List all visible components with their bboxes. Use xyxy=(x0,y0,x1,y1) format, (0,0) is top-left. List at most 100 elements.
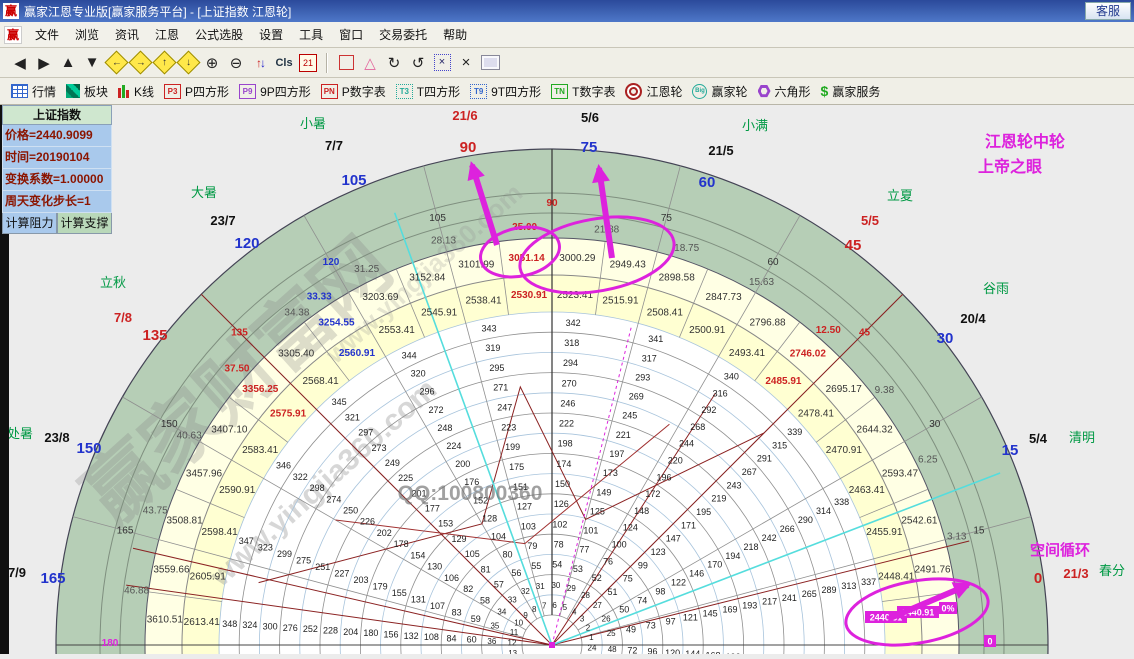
menu-item-2[interactable]: 浏览 xyxy=(67,25,107,45)
panel-row-3: 变换系数=1.00000 xyxy=(2,169,112,191)
svg-text:2491.76: 2491.76 xyxy=(914,564,951,575)
svg-text:7/7: 7/7 xyxy=(325,138,343,153)
svg-text:2796.88: 2796.88 xyxy=(749,317,786,328)
gann-wheel-canvas[interactable]: 赢家财富网www.yingjia360.comwww.yingjia360.co… xyxy=(0,105,1134,654)
tool-9t-square[interactable]: T99T四方形 xyxy=(470,83,541,100)
svg-text:57: 57 xyxy=(494,579,504,589)
rotate-cw-icon[interactable]: ↻ xyxy=(383,52,405,74)
tool-winner-service[interactable]: $赢家服务 xyxy=(821,83,881,100)
svg-text:2470.91: 2470.91 xyxy=(826,445,863,456)
svg-text:21/5: 21/5 xyxy=(708,143,733,158)
svg-text:2593.47: 2593.47 xyxy=(882,468,919,479)
t-square-icon: T3 xyxy=(396,84,413,99)
svg-text:102: 102 xyxy=(552,519,567,529)
rotate-ccw-icon[interactable]: ↺ xyxy=(407,52,429,74)
menu-item-6[interactable]: 设置 xyxy=(251,25,291,45)
svg-text:春分: 春分 xyxy=(1099,563,1125,578)
tool-hexagon[interactable]: 六角形 xyxy=(758,83,811,100)
pointer-down-icon[interactable]: ▼ xyxy=(81,52,103,74)
menu-item-7[interactable]: 工具 xyxy=(291,25,331,45)
tool-t-square[interactable]: T3T四方形 xyxy=(396,83,460,100)
svg-text:219: 219 xyxy=(711,494,726,504)
svg-text:348: 348 xyxy=(222,619,237,629)
menu-item-3[interactable]: 资讯 xyxy=(107,25,147,45)
svg-text:60: 60 xyxy=(699,174,716,191)
clear-screen-icon[interactable]: Cls xyxy=(273,52,295,74)
svg-text:242: 242 xyxy=(762,533,777,543)
parameter-panel: 上证指数 价格=2440.9099时间=20190104变换系数=1.00000… xyxy=(2,105,112,234)
svg-text:224: 224 xyxy=(446,441,461,451)
svg-text:2530.91: 2530.91 xyxy=(511,290,548,301)
svg-text:31: 31 xyxy=(536,582,545,591)
svg-text:123: 123 xyxy=(651,547,666,557)
tool-kline[interactable]: K线 xyxy=(118,83,154,100)
svg-text:293: 293 xyxy=(635,372,650,382)
diamond-up-icon[interactable]: ↑ xyxy=(153,52,175,74)
tool-t-table[interactable]: TNT数字表 xyxy=(551,83,615,100)
diamond-left-icon[interactable]: ← xyxy=(105,52,127,74)
diamond-right-icon[interactable]: → xyxy=(129,52,151,74)
customer-service-button[interactable]: 客服 xyxy=(1085,2,1131,20)
svg-text:30: 30 xyxy=(937,330,954,347)
svg-text:2: 2 xyxy=(586,623,591,632)
9p-square-icon: P9 xyxy=(239,84,256,99)
svg-text:2644.32: 2644.32 xyxy=(857,424,894,435)
svg-text:251: 251 xyxy=(315,562,330,572)
svg-text:2508.41: 2508.41 xyxy=(647,308,684,319)
diamond-down-icon[interactable]: ↓ xyxy=(177,52,199,74)
svg-text:0: 0 xyxy=(987,637,992,647)
zoom-out-icon[interactable]: ⊖ xyxy=(225,52,247,74)
menu-item-10[interactable]: 帮助 xyxy=(435,25,475,45)
tool-sectors[interactable]: 板块 xyxy=(66,83,108,100)
svg-text:100: 100 xyxy=(612,539,627,549)
svg-text:谷雨: 谷雨 xyxy=(983,281,1009,296)
title-bar: 赢 赢家江恩专业版[赢家服务平台] - [上证指数 江恩轮] 客服 xyxy=(0,0,1134,22)
svg-text:267: 267 xyxy=(742,467,757,477)
menu-item-5[interactable]: 公式选股 xyxy=(187,25,251,45)
next-arrow-icon[interactable]: ▶ xyxy=(33,52,55,74)
tool-p-table[interactable]: PNP数字表 xyxy=(321,83,386,100)
svg-text:322: 322 xyxy=(293,472,308,482)
svg-text:241: 241 xyxy=(782,593,797,603)
svg-text:292: 292 xyxy=(701,405,716,415)
calc-resistance-button[interactable]: 计算阻力 xyxy=(2,213,57,234)
tool-9p-square[interactable]: P99P四方形 xyxy=(239,83,311,100)
triangle-tool-icon[interactable]: △ xyxy=(359,52,381,74)
svg-text:144: 144 xyxy=(685,649,700,654)
move-tool-icon[interactable]: × xyxy=(455,52,477,74)
chart-area: 赢家财富网www.yingjia360.comwww.yingjia360.co… xyxy=(0,105,1134,654)
tool-winner-wheel[interactable]: Big赢家轮 xyxy=(692,83,747,100)
svg-text:194: 194 xyxy=(725,551,740,561)
svg-text:73: 73 xyxy=(646,620,656,630)
tool-p-square[interactable]: P3P四方形 xyxy=(164,83,229,100)
tool-gann-wheel[interactable]: 江恩轮 xyxy=(625,83,682,100)
svg-text:107: 107 xyxy=(430,601,445,611)
menu-item-4[interactable]: 江恩 xyxy=(147,25,187,45)
svg-text:246: 246 xyxy=(560,398,575,408)
tool-quotes[interactable]: 行情 xyxy=(11,83,56,100)
svg-text:90: 90 xyxy=(546,198,558,209)
svg-text:3508.81: 3508.81 xyxy=(167,515,204,526)
svg-text:198: 198 xyxy=(558,439,573,449)
calendar-icon[interactable]: 21 xyxy=(297,52,319,74)
rect-tool-icon[interactable] xyxy=(335,52,357,74)
svg-text:2949.43: 2949.43 xyxy=(610,259,647,270)
menu-item-9[interactable]: 交易委托 xyxy=(371,25,435,45)
prev-arrow-icon[interactable]: ◀ xyxy=(9,52,31,74)
svg-text:75: 75 xyxy=(623,574,633,584)
delete-box-icon[interactable]: × xyxy=(431,52,453,74)
pointer-up-icon[interactable]: ▲ xyxy=(57,52,79,74)
menu-item-8[interactable]: 窗口 xyxy=(331,25,371,45)
screen-tool-icon[interactable] xyxy=(479,52,501,74)
calc-support-button[interactable]: 计算支撑 xyxy=(57,213,112,234)
menu-item-1[interactable]: 文件 xyxy=(27,25,67,45)
svg-text:23/7: 23/7 xyxy=(210,213,235,228)
svg-text:291: 291 xyxy=(757,454,772,464)
svg-text:45: 45 xyxy=(859,327,871,338)
svg-text:9: 9 xyxy=(523,611,528,620)
svg-text:72: 72 xyxy=(627,645,637,654)
svg-text:104: 104 xyxy=(491,532,506,542)
zoom-in-icon[interactable]: ⊕ xyxy=(201,52,223,74)
svg-text:3: 3 xyxy=(580,615,585,624)
updown-marker-icon[interactable]: ↑↓ xyxy=(249,52,271,74)
